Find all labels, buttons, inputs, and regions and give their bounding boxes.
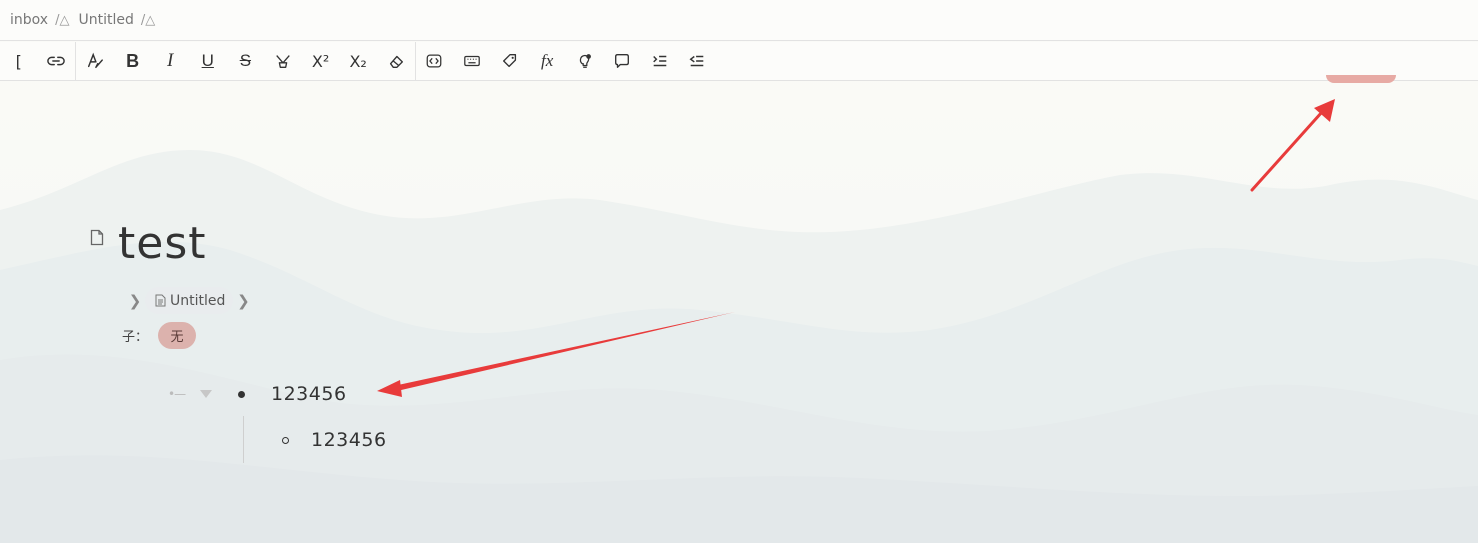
document-icon	[90, 229, 104, 250]
chevron-right-icon[interactable]: ❯	[127, 292, 143, 310]
children-label: 子：	[122, 330, 149, 345]
list-item[interactable]: •— 123456	[168, 380, 347, 408]
path-chip-label: Untitled	[170, 292, 226, 309]
indent-guide	[243, 416, 244, 463]
chevron-right-icon[interactable]: ❯	[235, 292, 251, 310]
hollow-bullet-icon[interactable]	[282, 436, 289, 444]
children-row: 子： 无	[122, 322, 197, 349]
highlighted-badge[interactable]	[1326, 75, 1396, 83]
list-item-text[interactable]: 123456	[271, 383, 347, 405]
list-item[interactable]: 123456	[282, 426, 387, 454]
drag-handle-icon[interactable]: •—	[168, 387, 188, 401]
children-tag[interactable]: 无	[158, 322, 197, 349]
document-icon	[155, 294, 166, 307]
list-item-text[interactable]: 123456	[311, 429, 387, 451]
collapse-triangle-icon[interactable]	[200, 390, 212, 398]
path-chip[interactable]: Untitled	[145, 287, 234, 314]
parent-path: ❯ Untitled ❯	[127, 287, 251, 314]
page-title[interactable]: test	[118, 218, 207, 269]
bullet-icon[interactable]	[238, 390, 245, 398]
